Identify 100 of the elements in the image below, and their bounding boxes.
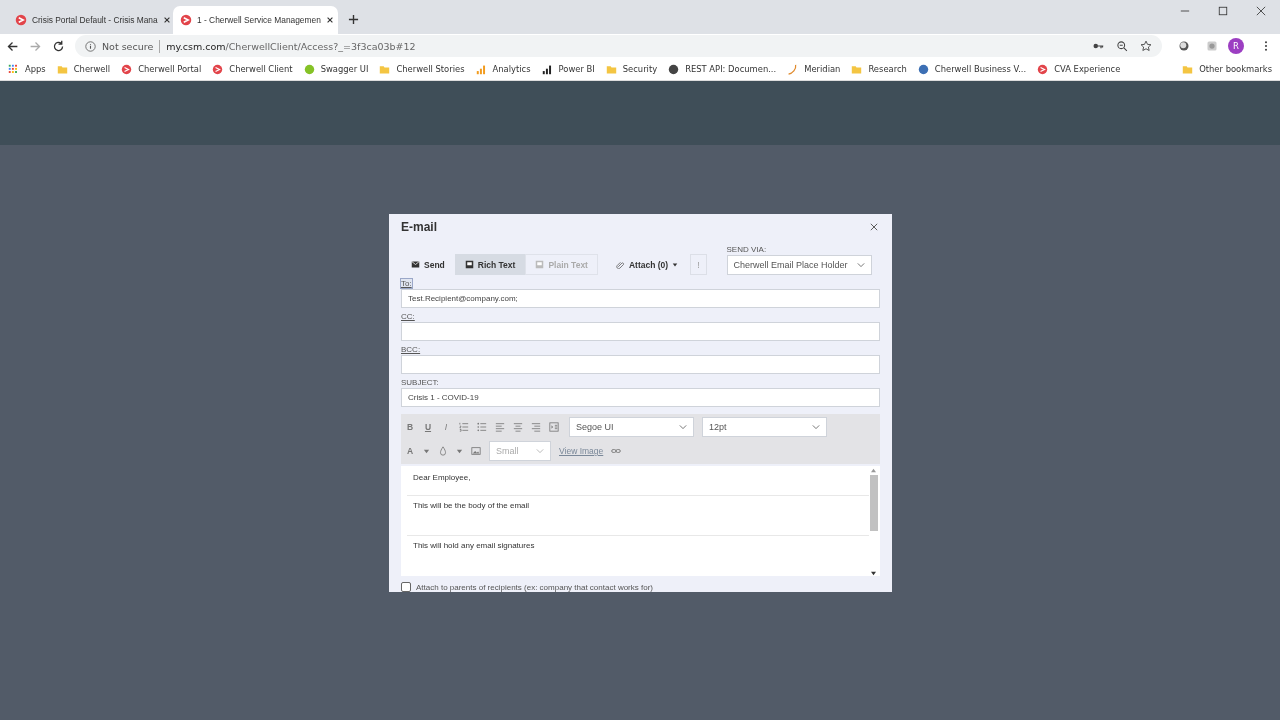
caret-icon[interactable] — [423, 447, 430, 455]
align-right-icon[interactable] — [531, 422, 541, 432]
chevron-icon — [856, 261, 865, 269]
close-icon[interactable] — [325, 16, 334, 24]
chevron-icon — [679, 423, 687, 431]
scroll-up-icon[interactable] — [870, 468, 877, 473]
scrollbar-thumb[interactable] — [869, 475, 878, 531]
body-section[interactable]: This will be the body of the email — [407, 495, 869, 537]
checkbox-label: Attach to parents of recipients (ex: company that contact works for) — [416, 582, 653, 592]
site-icon — [180, 14, 192, 26]
bar-chart-icon — [541, 63, 553, 75]
site-icon — [212, 63, 224, 75]
maximize-icon[interactable] — [1218, 6, 1228, 16]
bookmark[interactable]: Analytics — [475, 63, 531, 75]
bookmark[interactable]: Cherwell Client — [212, 63, 293, 75]
body-section[interactable]: This will hold any email signatures — [407, 536, 869, 576]
apps-grid-icon — [8, 63, 19, 75]
new-tab-icon[interactable] — [348, 14, 359, 25]
star-icon[interactable] — [1140, 40, 1152, 52]
back-icon[interactable] — [6, 39, 19, 53]
profile-avatar[interactable]: R — [1228, 38, 1244, 54]
underline-button[interactable]: U — [423, 422, 433, 432]
folder-icon — [379, 63, 391, 75]
toolbar-button[interactable]: Rich Text — [454, 254, 526, 275]
dialog-title: E-mail — [401, 220, 437, 234]
bookmark[interactable]: Apps — [8, 63, 46, 75]
bookmark[interactable]: Cherwell Stories — [379, 63, 465, 75]
field-label: SUBJECT: — [401, 378, 439, 387]
close-icon[interactable] — [162, 16, 171, 24]
scroll-down-icon[interactable] — [870, 571, 877, 576]
align-center-icon[interactable] — [513, 422, 523, 432]
forward-icon[interactable] — [29, 39, 42, 53]
folder-icon — [1182, 63, 1194, 75]
field-link[interactable]: CC: — [401, 312, 415, 321]
font-size-dropdown[interactable]: 12pt — [702, 417, 827, 437]
reload-icon[interactable] — [52, 39, 65, 53]
bookmark[interactable]: Cherwell Portal — [121, 63, 202, 75]
bookmark[interactable]: REST API: Documen... — [668, 63, 777, 75]
message-body[interactable]: Dear Employee, This will be the body of the email This will hold any email signatures — [401, 466, 880, 576]
close-icon[interactable] — [1256, 6, 1266, 16]
image-icon[interactable] — [471, 446, 481, 456]
send-via-label: SEND VIA: — [726, 245, 768, 254]
browser-tab[interactable]: Crisis Portal Default - Crisis Mana — [8, 6, 173, 34]
extension-icon[interactable] — [1178, 40, 1190, 52]
bar-chart-icon — [475, 63, 487, 75]
info-icon — [85, 40, 96, 52]
italic-button[interactable]: I — [441, 422, 451, 432]
folder-icon — [851, 63, 863, 75]
font-dropdown[interactable]: Segoe UI — [569, 417, 694, 437]
site-icon — [303, 63, 315, 75]
swoosh-icon — [787, 63, 799, 75]
bookmark[interactable]: CVA Experience — [1037, 63, 1121, 75]
bookmark[interactable]: Power BI — [541, 63, 595, 75]
site-icon — [15, 14, 27, 26]
chevron-icon — [536, 447, 544, 455]
bookmark[interactable]: Research — [851, 63, 907, 75]
chevron-icon — [812, 423, 820, 431]
zoom-icon[interactable] — [1116, 40, 1128, 52]
bullet-list-icon[interactable] — [477, 422, 487, 432]
input-field[interactable] — [401, 322, 880, 341]
align-left-icon[interactable] — [495, 422, 505, 432]
field-link[interactable]: To: — [401, 279, 412, 288]
site-icon — [917, 63, 929, 75]
address-bar[interactable]: Not secure my.csm.com/CherwellClient/Access?_=3f3ca03b#12 — [75, 35, 1162, 57]
numbered-list-icon[interactable] — [459, 422, 469, 432]
drop-icon[interactable] — [438, 446, 448, 456]
folder-icon — [605, 63, 617, 75]
bookmark[interactable]: Cherwell — [56, 63, 111, 75]
input-field[interactable]: Test.Recipient@company.com; — [401, 289, 880, 308]
field-link[interactable]: BCC: — [401, 345, 421, 354]
toolbar-button[interactable]: Send — [401, 254, 455, 275]
checkbox[interactable] — [401, 582, 411, 592]
site-icon — [1037, 63, 1049, 75]
input-field[interactable] — [401, 355, 880, 374]
bookmark[interactable]: Security — [605, 63, 658, 75]
bookmark[interactable]: Other bookmarks — [1182, 63, 1272, 75]
bold-button[interactable]: B — [405, 422, 415, 432]
envelope-icon — [411, 260, 420, 269]
caret-icon — [672, 261, 679, 268]
document-icon — [535, 260, 545, 269]
folder-icon — [56, 63, 68, 75]
document-icon — [464, 260, 474, 269]
close-icon[interactable] — [870, 223, 878, 231]
site-icon — [668, 63, 680, 75]
indent-icon[interactable] — [549, 422, 559, 432]
send-via-dropdown[interactable]: Cherwell Email Place Holder — [726, 255, 872, 275]
bookmark[interactable]: Swagger UI — [303, 63, 369, 75]
text-color-button[interactable]: A — [405, 446, 415, 456]
body-section[interactable]: Dear Employee, — [407, 468, 869, 496]
caret-icon[interactable] — [456, 447, 463, 455]
browser-tab[interactable]: 1 - Cherwell Service Managemen — [173, 6, 338, 34]
bookmark[interactable]: Meridian — [787, 63, 841, 75]
paperclip-icon — [615, 260, 625, 269]
link-icon[interactable] — [611, 446, 622, 456]
url-text: my.csm.com/CherwellClient/Access?_=3f3ca03b#12 — [166, 40, 416, 52]
toolbar-button[interactable]: Attach (0) — [605, 254, 689, 275]
input-field[interactable]: Crisis 1 - COVID-19 — [401, 388, 880, 407]
security-label: Not secure — [102, 40, 154, 52]
site-icon — [121, 63, 133, 75]
bookmark[interactable]: Cherwell Business V... — [917, 63, 1027, 75]
